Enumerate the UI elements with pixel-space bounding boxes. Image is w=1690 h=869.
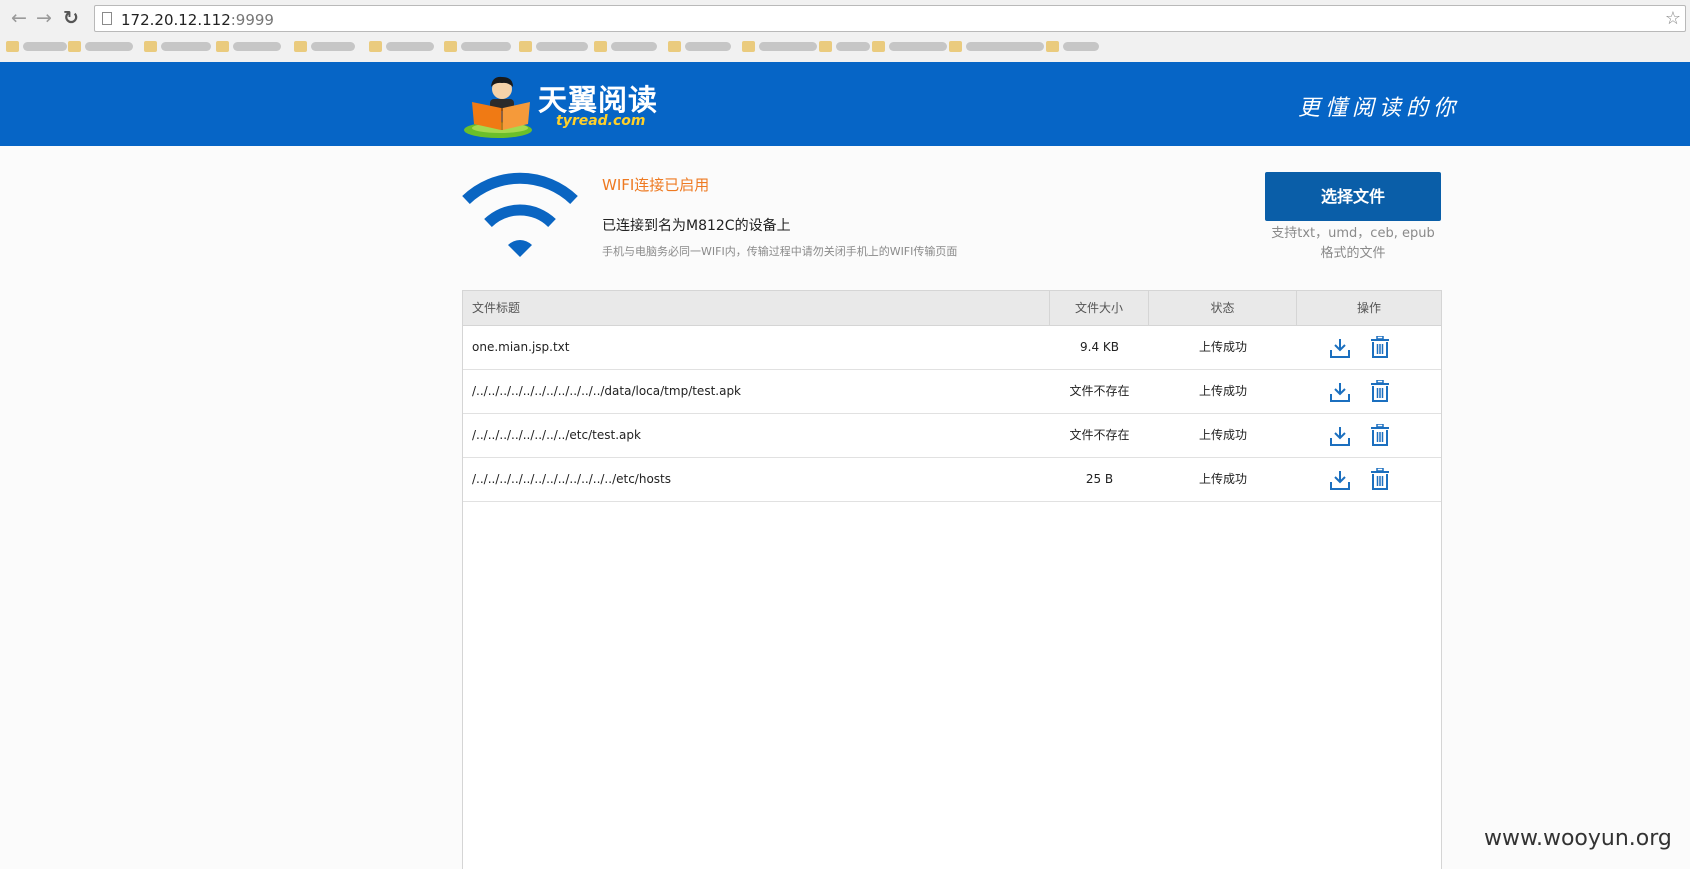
file-state: 上传成功 (1198, 428, 1247, 442)
bookmark-item[interactable] (668, 39, 731, 53)
folder-icon (216, 40, 229, 52)
folder-icon (742, 40, 755, 52)
bookmark-item[interactable] (68, 39, 133, 53)
download-icon[interactable] (1329, 425, 1351, 447)
file-state: 上传成功 (1198, 472, 1247, 486)
trash-icon[interactable] (1370, 380, 1390, 402)
folder-icon (668, 40, 681, 52)
bookmark-item[interactable] (819, 39, 870, 53)
address-bar[interactable]: 172.20.12.112:9999 ☆ (94, 5, 1686, 32)
file-state: 上传成功 (1198, 340, 1247, 354)
bookmark-item[interactable] (949, 39, 1044, 53)
download-icon[interactable] (1329, 381, 1351, 403)
file-title: one.mian.jsp.txt (472, 340, 570, 354)
file-size: 文件不存在 (1069, 384, 1130, 398)
folder-icon (819, 40, 832, 52)
table-row: /../../../../../../../../../../../data/l… (463, 370, 1441, 414)
column-header-state: 状态 (1149, 291, 1297, 325)
table-row: one.mian.jsp.txt 9.4 KB 上传成功 (463, 326, 1441, 370)
connected-device-text: 已连接到名为M812C的设备上 (602, 218, 791, 234)
bookmark-item[interactable] (144, 39, 211, 53)
bookmark-item[interactable] (444, 39, 511, 53)
file-size: 9.4 KB (1080, 340, 1119, 354)
forward-arrow-icon[interactable]: → (32, 6, 56, 30)
header-slogan: 更懂阅读的你 (1298, 96, 1461, 121)
watermark: www.wooyun.org (1484, 826, 1672, 851)
table-row: /../../../../../../../../etc/test.apk 文件… (463, 414, 1441, 458)
back-arrow-icon[interactable]: ← (7, 6, 31, 30)
file-size: 文件不存在 (1069, 428, 1130, 442)
url-text: 172.20.12.112:9999 (121, 11, 274, 29)
folder-icon (594, 40, 607, 52)
bookmark-item[interactable] (872, 39, 947, 53)
file-title: /../../../../../../../../etc/test.apk (472, 428, 641, 442)
supported-formats-line2: 格式的文件 (1320, 246, 1386, 261)
transfer-hint: 手机与电脑务必同一WIFI内，传输过程中请勿关闭手机上的WIFI传输页面 (602, 245, 958, 258)
folder-icon (1046, 40, 1059, 52)
folder-icon (949, 40, 962, 52)
bookmark-star-icon[interactable]: ☆ (1665, 8, 1681, 29)
folder-icon (444, 40, 457, 52)
choose-file-button[interactable]: 选择文件 (1265, 172, 1441, 221)
column-header-actions: 操作 (1356, 301, 1381, 315)
trash-icon[interactable] (1370, 468, 1390, 490)
column-header-title: 文件标题 (463, 291, 1050, 325)
supported-formats-line1: 支持txt，umd，ceb, epub (1271, 226, 1435, 241)
site-header: 天翼阅读 tyread.com 更懂阅读的你 (0, 62, 1690, 146)
file-state: 上传成功 (1198, 384, 1247, 398)
bookmark-item[interactable] (369, 39, 434, 53)
reload-icon[interactable]: ↻ (59, 6, 83, 30)
folder-icon (872, 40, 885, 52)
wifi-status-title: WIFI连接已启用 (602, 176, 710, 194)
bookmark-item[interactable] (216, 39, 281, 53)
bookmark-item[interactable] (519, 39, 588, 53)
bookmark-item[interactable] (1046, 39, 1099, 53)
column-header-size: 文件大小 (1050, 291, 1149, 325)
brand-domain: tyread.com (556, 113, 646, 129)
folder-icon (144, 40, 157, 52)
folder-icon (6, 40, 19, 52)
bookmark-item[interactable] (594, 39, 657, 53)
file-table: 文件标题 文件大小 状态 操作 one.mian.jsp.txt 9.4 KB … (462, 290, 1442, 869)
folder-icon (294, 40, 307, 52)
file-title: /../../../../../../../../../../../data/l… (472, 384, 742, 398)
bookmark-item[interactable] (294, 39, 355, 53)
folder-icon (369, 40, 382, 52)
trash-icon[interactable] (1370, 424, 1390, 446)
folder-icon (68, 40, 81, 52)
wifi-icon (462, 172, 578, 257)
url-host: 172.20.12.112 (121, 11, 231, 29)
table-row: /../../../../../../../../../../../../etc… (463, 458, 1441, 502)
download-icon[interactable] (1329, 469, 1351, 491)
supported-formats-text: 支持txt，umd，ceb, epub 格式的文件 (1262, 224, 1444, 264)
browser-chrome: ← → ↻ 172.20.12.112:9999 ☆ (0, 0, 1690, 63)
page-icon (102, 12, 112, 25)
download-icon[interactable] (1329, 337, 1351, 359)
folder-icon (519, 40, 532, 52)
bookmark-item[interactable] (742, 39, 817, 53)
file-title: /../../../../../../../../../../../../etc… (472, 472, 671, 486)
trash-icon[interactable] (1370, 336, 1390, 358)
bookmark-item[interactable] (6, 39, 67, 53)
url-port: :9999 (230, 11, 274, 29)
file-size: 25 B (1085, 472, 1114, 486)
bookmarks-bar (4, 37, 1684, 57)
table-header: 文件标题 文件大小 状态 操作 (463, 291, 1441, 326)
